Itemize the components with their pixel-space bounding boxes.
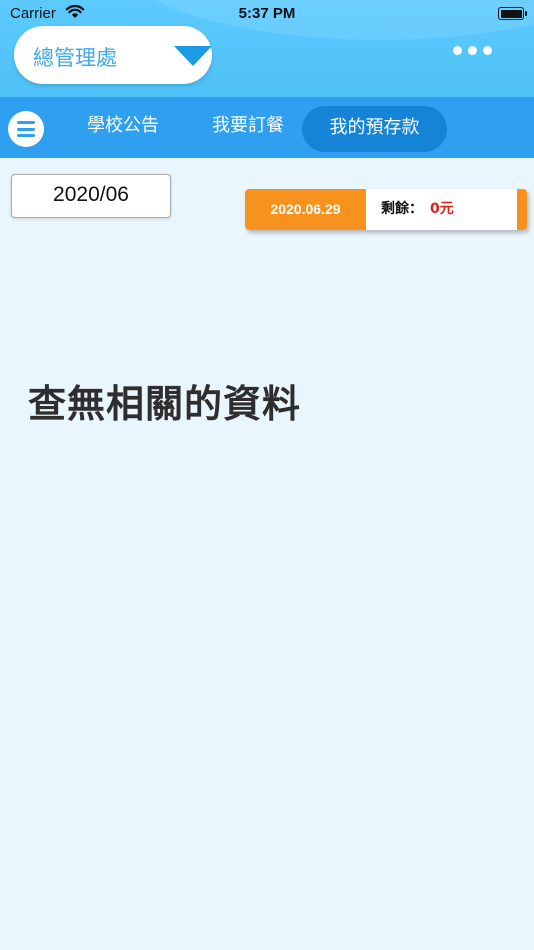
- hamburger-menu-icon: [17, 134, 35, 137]
- balance-value: 0元: [430, 201, 454, 217]
- tab-school-announcements[interactable]: 學校公告: [75, 106, 171, 152]
- more-dots-icon: [483, 46, 492, 55]
- empty-state-message: 查無相關的資料: [28, 382, 302, 426]
- balance-card: 2020.06.29 剩餘： 0元: [245, 189, 527, 230]
- month-picker[interactable]: 2020/06: [11, 174, 171, 218]
- balance-date: 2020.06.29: [245, 189, 366, 230]
- hamburger-menu-button[interactable]: [8, 111, 44, 147]
- status-time: 5:37 PM: [238, 5, 296, 22]
- tab-my-deposit[interactable]: 我的預存款: [302, 106, 447, 152]
- more-dots-icon: [453, 46, 462, 55]
- organization-label: 總管理處: [33, 46, 117, 70]
- more-options-button[interactable]: [449, 40, 497, 60]
- hamburger-menu-icon: [17, 121, 35, 124]
- tab-navigation: 學校公告 我要訂餐 我的預存款: [0, 97, 534, 158]
- status-bar: Carrier 5:37 PM: [0, 0, 534, 28]
- battery-fill: [500, 9, 522, 18]
- hamburger-menu-icon: [17, 127, 35, 131]
- battery-icon: [498, 7, 527, 20]
- app-header: Carrier 5:37 PM 總管理處: [0, 0, 534, 97]
- more-dots-icon: [468, 46, 477, 55]
- tab-order-meal[interactable]: 我要訂餐: [200, 106, 296, 152]
- balance-card-edge: [517, 189, 527, 230]
- dropdown-arrow-icon: [174, 46, 212, 66]
- balance-label: 剩餘：: [381, 201, 423, 217]
- organization-dropdown[interactable]: 總管理處: [14, 26, 212, 84]
